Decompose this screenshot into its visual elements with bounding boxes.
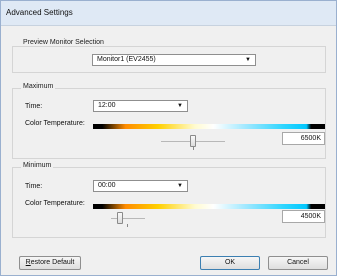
minimum-slider-tick [127,224,128,227]
minimum-color-temperature-value-box: 4500K [282,210,325,223]
minimum-time-select[interactable]: 00:00 ▼ [93,180,188,192]
minimum-time-value: 00:00 [98,182,116,189]
minimum-color-temperature-label: Color Temperature: [25,200,85,207]
dialog-title: Advanced Settings [6,8,73,17]
minimum-color-temperature-gradient [93,204,325,209]
maximum-color-temperature-slider[interactable] [190,135,196,147]
minimum-time-label: Time: [25,183,43,190]
monitor-select[interactable]: Monitor1 (EV2455) ▼ [92,54,256,66]
maximum-time-value: 12:00 [98,102,116,109]
minimum-color-temperature-value: 4500K [300,213,321,220]
advanced-settings-dialog: Advanced Settings Preview Monitor Select… [0,0,337,276]
maximum-group-label: Maximum [21,83,56,90]
chevron-down-icon: ▼ [177,103,183,109]
restore-default-button[interactable]: Restore Default [19,256,81,270]
chevron-down-icon: ▼ [177,183,183,189]
maximum-color-temperature-value: 6500K [300,135,321,142]
maximum-slider-tick [193,147,194,150]
maximum-color-temperature-value-box: 6500K [282,132,325,145]
preview-monitor-group-label: Preview Monitor Selection [21,39,106,46]
maximum-color-temperature-gradient [93,124,325,129]
chevron-down-icon: ▼ [245,57,251,63]
maximum-time-select[interactable]: 12:00 ▼ [93,100,188,112]
monitor-select-value: Monitor1 (EV2455) [97,56,156,63]
minimum-color-temperature-slider[interactable] [116,212,123,224]
maximum-color-temperature-label: Color Temperature: [25,120,85,127]
minimum-group-label: Minimum [21,162,54,169]
cancel-button[interactable]: Cancel [268,256,328,270]
title-bar: Advanced Settings [1,1,336,26]
maximum-time-label: Time: [25,103,43,110]
restore-default-label: estore Default [30,259,75,266]
ok-button[interactable]: OK [200,256,260,270]
